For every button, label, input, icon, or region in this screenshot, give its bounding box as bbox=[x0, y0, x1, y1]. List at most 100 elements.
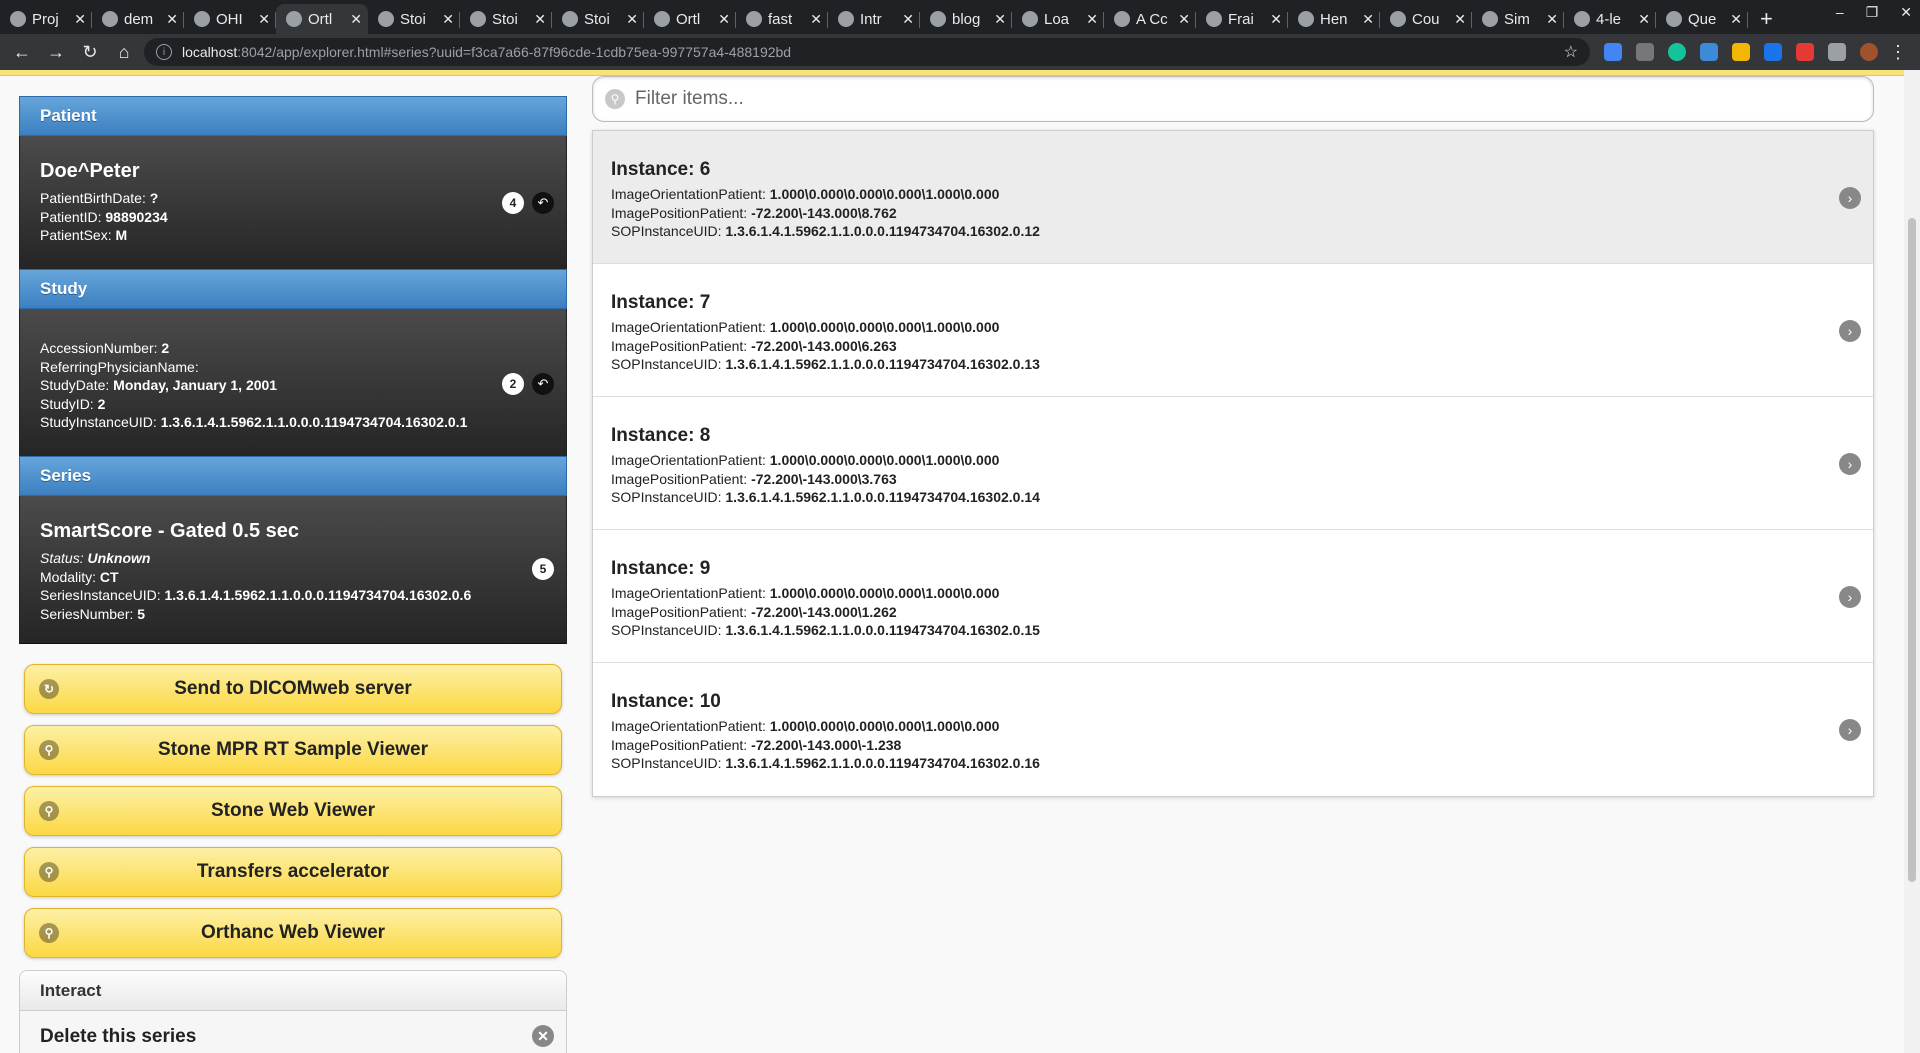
favicon-icon bbox=[378, 11, 394, 27]
favicon-icon bbox=[654, 11, 670, 27]
list-item[interactable]: Instance: 8 ImageOrientationPatient: 1.00… bbox=[593, 397, 1873, 530]
extension-icon[interactable] bbox=[1700, 43, 1718, 61]
list-item[interactable]: Instance: 7 ImageOrientationPatient: 1.00… bbox=[593, 264, 1873, 397]
browser-tab[interactable]: Stoi ✕ bbox=[552, 4, 644, 34]
tab-close-icon[interactable]: ✕ bbox=[1454, 11, 1466, 28]
send-to-dicomweb-button[interactable]: ↻ Send to DICOMweb server bbox=[24, 664, 562, 714]
tab-close-icon[interactable]: ✕ bbox=[626, 11, 638, 28]
tab-close-icon[interactable]: ✕ bbox=[1362, 11, 1374, 28]
browser-tab[interactable]: 4-le ✕ bbox=[1564, 4, 1656, 34]
tab-close-icon[interactable]: ✕ bbox=[166, 11, 178, 28]
tab-title: Stoi bbox=[400, 10, 426, 28]
browser-tab[interactable]: OHI ✕ bbox=[184, 4, 276, 34]
close-window-icon[interactable]: ✕ bbox=[1900, 4, 1912, 21]
tab-title: blog bbox=[952, 10, 981, 28]
favicon-icon bbox=[930, 11, 946, 27]
instance-list: Instance: 6 ImageOrientationPatient: 1.00… bbox=[592, 130, 1874, 797]
search-icon: ⚲ bbox=[39, 740, 59, 760]
search-icon: ⚲ bbox=[605, 89, 625, 109]
extension-icon[interactable] bbox=[1636, 43, 1654, 61]
study-card[interactable]: AccessionNumber: 2 ReferringPhysicianNam… bbox=[19, 309, 567, 456]
site-info-icon[interactable]: i bbox=[156, 44, 172, 60]
study-series-count-badge: 2 bbox=[502, 373, 524, 395]
tab-close-icon[interactable]: ✕ bbox=[1638, 11, 1650, 28]
grammarly-icon[interactable] bbox=[1668, 43, 1686, 61]
browser-tab[interactable]: dem ✕ bbox=[92, 4, 184, 34]
orthanc-web-viewer-button[interactable]: ⚲ Orthanc Web Viewer bbox=[24, 908, 562, 958]
browser-tab[interactable]: Sim ✕ bbox=[1472, 4, 1564, 34]
tab-close-icon[interactable]: ✕ bbox=[534, 11, 546, 28]
list-item[interactable]: Instance: 6 ImageOrientationPatient: 1.00… bbox=[593, 131, 1873, 264]
series-instance-count-badge: 5 bbox=[532, 558, 554, 580]
browser-tab[interactable]: Ortl ✕ bbox=[276, 4, 368, 34]
extension-icon[interactable] bbox=[1764, 43, 1782, 61]
tab-close-icon[interactable]: ✕ bbox=[1546, 11, 1558, 28]
favicon-icon bbox=[746, 11, 762, 27]
menu-icon[interactable]: ⋮ bbox=[1884, 38, 1912, 66]
scrollbar-thumb[interactable] bbox=[1908, 218, 1916, 882]
new-tab-button[interactable]: + bbox=[1748, 4, 1785, 34]
tab-close-icon[interactable]: ✕ bbox=[258, 11, 270, 28]
bookmark-star-icon[interactable]: ☆ bbox=[1564, 42, 1578, 62]
avatar[interactable] bbox=[1860, 43, 1878, 61]
interact-panel: Interact Delete this series ✕ bbox=[19, 970, 567, 1053]
browser-tab[interactable]: Proj ✕ bbox=[0, 4, 92, 34]
list-item[interactable]: Instance: 9 ImageOrientationPatient: 1.00… bbox=[593, 530, 1873, 663]
patient-back-icon[interactable]: ↶ bbox=[532, 192, 554, 214]
favicon-icon bbox=[1206, 11, 1222, 27]
tab-title: Ortl bbox=[308, 10, 333, 28]
extension-icon[interactable] bbox=[1604, 43, 1622, 61]
extension-icon[interactable] bbox=[1796, 43, 1814, 61]
favicon-icon bbox=[1298, 11, 1314, 27]
home-icon[interactable]: ⌂ bbox=[110, 38, 138, 66]
instance-orientation: ImageOrientationPatient: 1.000\0.000\0.0… bbox=[611, 452, 1000, 468]
interact-header: Interact bbox=[20, 971, 566, 1011]
stone-mpr-viewer-button[interactable]: ⚲ Stone MPR RT Sample Viewer bbox=[24, 725, 562, 775]
tab-close-icon[interactable]: ✕ bbox=[810, 11, 822, 28]
stone-web-viewer-button[interactable]: ⚲ Stone Web Viewer bbox=[24, 786, 562, 836]
tab-close-icon[interactable]: ✕ bbox=[350, 11, 362, 28]
tab-close-icon[interactable]: ✕ bbox=[718, 11, 730, 28]
tab-close-icon[interactable]: ✕ bbox=[1178, 11, 1190, 28]
study-back-icon[interactable]: ↶ bbox=[532, 373, 554, 395]
delete-series-button[interactable]: Delete this series ✕ bbox=[20, 1011, 566, 1053]
tab-close-icon[interactable]: ✕ bbox=[902, 11, 914, 28]
transfers-accelerator-button[interactable]: ⚲ Transfers accelerator bbox=[24, 847, 562, 897]
tab-close-icon[interactable]: ✕ bbox=[442, 11, 454, 28]
list-item[interactable]: Instance: 10 ImageOrientationPatient: 1.0… bbox=[593, 663, 1873, 796]
instance-title: Instance: 8 bbox=[611, 425, 711, 446]
patient-card[interactable]: Doe^Peter PatientBirthDate: ? PatientID:… bbox=[19, 136, 567, 269]
lock-extension-icon[interactable] bbox=[1732, 43, 1750, 61]
browser-tab[interactable]: Frai ✕ bbox=[1196, 4, 1288, 34]
page-scrollbar[interactable] bbox=[1904, 70, 1920, 1053]
browser-tab[interactable]: Que ✕ bbox=[1656, 4, 1748, 34]
patient-birthdate: PatientBirthDate: ? bbox=[40, 190, 159, 206]
filter-input[interactable] bbox=[635, 88, 1873, 110]
browser-tab[interactable]: blog ✕ bbox=[920, 4, 1012, 34]
back-icon[interactable]: ← bbox=[8, 38, 36, 66]
tab-title: Intr bbox=[860, 10, 882, 28]
browser-tab[interactable]: Stoi ✕ bbox=[460, 4, 552, 34]
series-modality: Modality: CT bbox=[40, 568, 119, 585]
browser-tab[interactable]: Stoi ✕ bbox=[368, 4, 460, 34]
browser-tab[interactable]: Ortl ✕ bbox=[644, 4, 736, 34]
browser-tab[interactable]: Hen ✕ bbox=[1288, 4, 1380, 34]
tab-close-icon[interactable]: ✕ bbox=[1270, 11, 1282, 28]
browser-tab[interactable]: Intr ✕ bbox=[828, 4, 920, 34]
restore-icon[interactable]: ❐ bbox=[1866, 4, 1879, 21]
reload-icon[interactable]: ↻ bbox=[76, 38, 104, 66]
browser-tab[interactable]: Loa ✕ bbox=[1012, 4, 1104, 34]
tab-close-icon[interactable]: ✕ bbox=[1086, 11, 1098, 28]
tab-close-icon[interactable]: ✕ bbox=[994, 11, 1006, 28]
browser-tab[interactable]: fast ✕ bbox=[736, 4, 828, 34]
address-bar[interactable]: i localhost:8042/app/explorer.html#serie… bbox=[144, 38, 1590, 66]
tab-title: Stoi bbox=[584, 10, 610, 28]
tab-close-icon[interactable]: ✕ bbox=[1730, 11, 1742, 28]
tab-close-icon[interactable]: ✕ bbox=[74, 11, 86, 28]
minimize-icon[interactable]: – bbox=[1836, 4, 1844, 21]
browser-tab[interactable]: A Cc ✕ bbox=[1104, 4, 1196, 34]
forward-icon[interactable]: → bbox=[42, 38, 70, 66]
search-icon: ⚲ bbox=[39, 923, 59, 943]
browser-tab[interactable]: Cou ✕ bbox=[1380, 4, 1472, 34]
puzzle-icon[interactable] bbox=[1828, 43, 1846, 61]
